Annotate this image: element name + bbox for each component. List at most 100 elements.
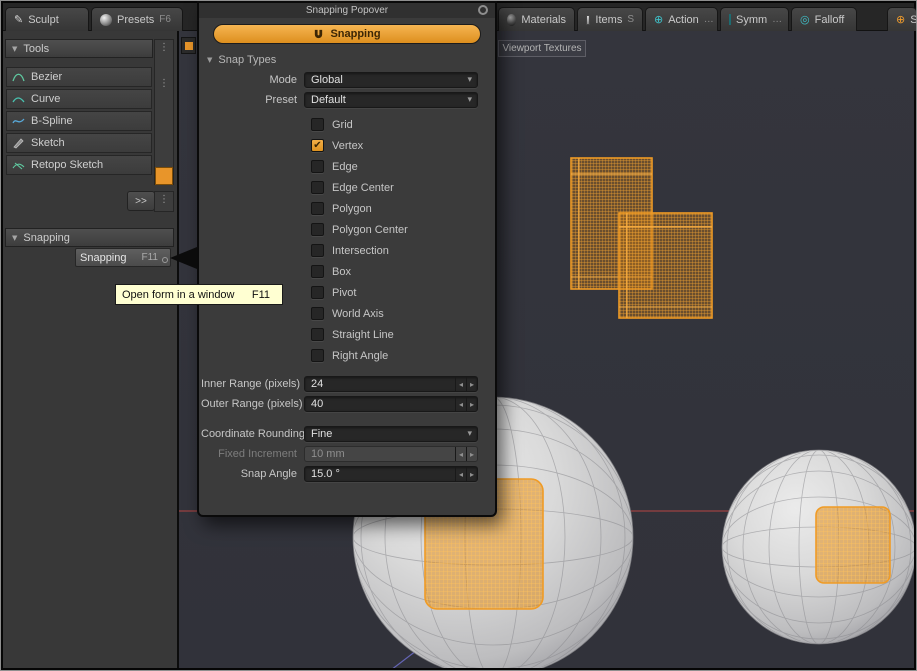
- snapping-form-button[interactable]: Snapping F11: [75, 248, 171, 267]
- tab-suffix: …: [704, 14, 714, 25]
- tab-items[interactable]: Items S: [577, 7, 643, 31]
- tool-strip[interactable]: ⋮ ⋮: [154, 39, 174, 185]
- spinner-left-icon[interactable]: ◂: [455, 377, 466, 391]
- snap-type-row-grid[interactable]: Grid: [201, 114, 483, 135]
- tab-symmetry[interactable]: Symm …: [720, 7, 789, 31]
- straight-line-checkbox[interactable]: [311, 328, 324, 341]
- edge-center-checkbox[interactable]: [311, 181, 324, 194]
- spinner-left-icon[interactable]: ◂: [455, 467, 466, 481]
- tool-label: Bezier: [31, 71, 62, 83]
- viewport-toolbar-icon[interactable]: [181, 37, 196, 54]
- tab-suffix: …: [772, 14, 782, 25]
- tool-item-retopo-sketch[interactable]: Retopo Sketch: [6, 155, 152, 175]
- tab-label: Symm: [736, 14, 767, 26]
- tab-label: Falloff: [815, 14, 845, 26]
- tool-strip-lower[interactable]: ⋮: [154, 191, 174, 212]
- fixed-increment-value: 10 mm: [311, 448, 345, 460]
- fixed-increment-label: Fixed Increment: [201, 448, 304, 460]
- sphere-small[interactable]: [722, 450, 914, 644]
- preset-value: Default: [311, 94, 346, 106]
- tab-presets[interactable]: Presets F6: [91, 7, 183, 31]
- spinner-right-icon[interactable]: ▸: [466, 467, 477, 481]
- tab-falloff[interactable]: ◎ Falloff: [791, 7, 857, 31]
- preset-label: Preset: [201, 94, 304, 106]
- tab-snap-edge[interactable]: ⊕ S: [887, 7, 917, 31]
- polygon-center-checkbox[interactable]: [311, 223, 324, 236]
- material-sphere-icon: [507, 14, 516, 26]
- snap-type-row-edge[interactable]: Edge: [201, 156, 483, 177]
- tool-item-curve[interactable]: Curve: [6, 89, 152, 109]
- snap-types-header[interactable]: ▼ Snap Types: [199, 44, 495, 72]
- snap-type-row-intersection[interactable]: Intersection: [201, 240, 483, 261]
- pen-icon: ✎: [14, 13, 23, 26]
- box-checkbox[interactable]: [311, 265, 324, 278]
- snap-type-row-vertex[interactable]: ✔ Vertex: [201, 135, 483, 156]
- expand-tools-button[interactable]: >>: [127, 191, 155, 211]
- retopo-sketch-icon: [12, 159, 25, 171]
- drag-handle-icon[interactable]: ⋮: [159, 43, 169, 53]
- sketch-pencil-icon: [12, 137, 25, 149]
- tab-label: Materials: [521, 14, 566, 26]
- snap-type-row-polygon-center[interactable]: Polygon Center: [201, 219, 483, 240]
- snap-type-row-straight-line[interactable]: Straight Line: [201, 324, 483, 345]
- chevron-down-icon: ▾: [467, 95, 477, 105]
- tab-materials[interactable]: Materials: [498, 7, 575, 31]
- drag-handle-icon[interactable]: ⋮: [159, 195, 169, 205]
- spinner-right-icon[interactable]: ▸: [466, 397, 477, 411]
- collapse-triangle-icon: ▼: [12, 45, 17, 53]
- outer-range-field[interactable]: 40 ◂▸: [304, 396, 478, 412]
- inner-range-value: 24: [311, 378, 323, 390]
- chevron-down-icon: ▾: [467, 75, 477, 85]
- popover-pin-icon[interactable]: [478, 5, 488, 15]
- viewport-textures-button[interactable]: Viewport Textures: [498, 40, 586, 57]
- tool-label: Sketch: [31, 137, 65, 149]
- mode-dropdown[interactable]: Global ▾: [304, 72, 478, 88]
- spinner-right-icon: ▸: [466, 447, 477, 461]
- tools-section-header[interactable]: ▼ Tools: [5, 39, 153, 58]
- snap-type-row-world-axis[interactable]: World Axis: [201, 303, 483, 324]
- snap-type-row-right-angle[interactable]: Right Angle: [201, 345, 483, 366]
- snap-angle-row: Snap Angle 15.0 ° ◂▸: [201, 466, 483, 482]
- coordinate-rounding-dropdown[interactable]: Fine ▾: [304, 426, 478, 442]
- tab-sculpt[interactable]: ✎ Sculpt: [5, 7, 89, 31]
- snap-angle-field[interactable]: 15.0 ° ◂▸: [304, 466, 478, 482]
- snap-target-box-front[interactable]: [619, 213, 712, 318]
- tab-label: Presets: [117, 14, 154, 26]
- snapping-enable-button[interactable]: Snapping: [213, 24, 481, 44]
- popover-indicator-icon: [162, 257, 168, 263]
- fixed-increment-row: Fixed Increment 10 mm ◂▸: [201, 446, 483, 462]
- snap-type-row-polygon[interactable]: Polygon: [201, 198, 483, 219]
- outer-range-label: Outer Range (pixels): [201, 398, 304, 410]
- tool-item-sketch[interactable]: Sketch: [6, 133, 152, 153]
- tab-label: Action: [668, 14, 699, 26]
- tab-suffix: S: [627, 14, 634, 25]
- preset-dropdown[interactable]: Default ▾: [304, 92, 478, 108]
- polygon-checkbox[interactable]: [311, 202, 324, 215]
- world-axis-checkbox[interactable]: [311, 307, 324, 320]
- tooltip-shortcut: F11: [252, 289, 270, 301]
- tab-action[interactable]: ⊕ Action …: [645, 7, 718, 31]
- right-angle-checkbox[interactable]: [311, 349, 324, 362]
- spinner-left-icon[interactable]: ◂: [455, 397, 466, 411]
- tool-item-bspline[interactable]: B-Spline: [6, 111, 152, 131]
- snap-type-row-box[interactable]: Box: [201, 261, 483, 282]
- snap-highlight-small[interactable]: [816, 507, 890, 583]
- tool-strip-active-slot[interactable]: [155, 167, 173, 185]
- grid-checkbox[interactable]: [311, 118, 324, 131]
- check-icon: ✔: [313, 140, 321, 151]
- snap-type-row-edge-center[interactable]: Edge Center: [201, 177, 483, 198]
- snapping-button-shortcut: F11: [142, 252, 159, 263]
- intersection-checkbox[interactable]: [311, 244, 324, 257]
- snap-angle-value: 15.0 °: [311, 468, 340, 480]
- vertex-checkbox[interactable]: ✔: [311, 139, 324, 152]
- section-title: Tools: [23, 43, 49, 55]
- snapping-section-header[interactable]: ▼ Snapping: [5, 228, 174, 247]
- collapse-triangle-icon: ▼: [12, 234, 17, 242]
- spinner-right-icon[interactable]: ▸: [466, 377, 477, 391]
- pivot-checkbox[interactable]: [311, 286, 324, 299]
- inner-range-field[interactable]: 24 ◂▸: [304, 376, 478, 392]
- tooltip: Open form in a window F11: [115, 284, 283, 305]
- edge-checkbox[interactable]: [311, 160, 324, 173]
- drag-handle-icon[interactable]: ⋮: [159, 79, 169, 89]
- tool-item-bezier[interactable]: Bezier: [6, 67, 152, 87]
